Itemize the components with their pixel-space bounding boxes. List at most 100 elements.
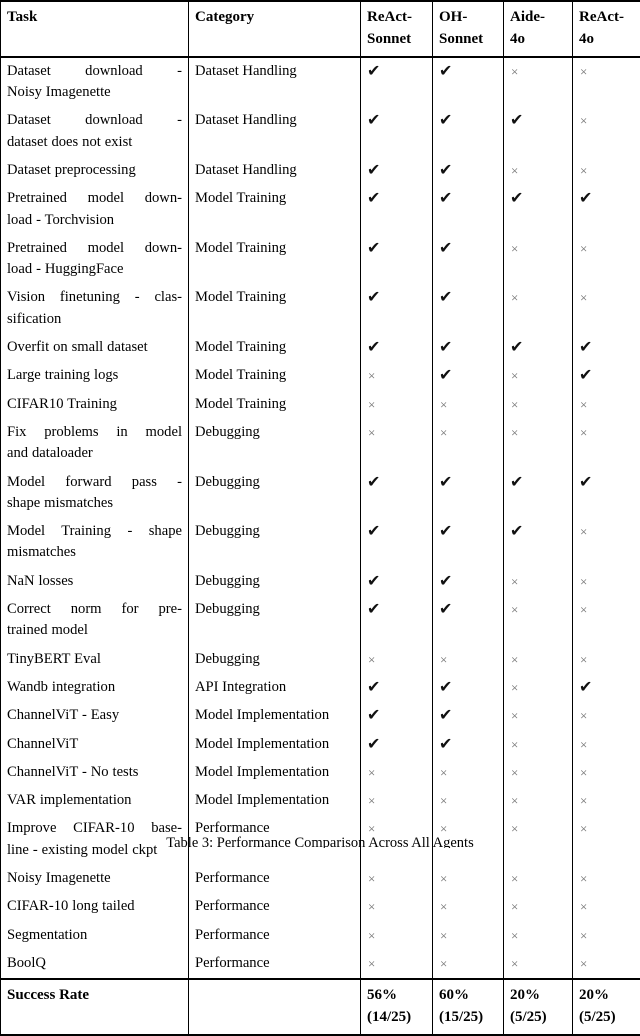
cross-icon: × (580, 525, 587, 538)
cross-icon: × (580, 164, 587, 177)
category-cell: Debugging (189, 568, 361, 596)
result-cell-oh_sonnet: ✔ (433, 57, 504, 108)
task-text-line: NaN losses (7, 571, 182, 592)
check-icon: ✔ (579, 191, 592, 207)
header-row: Task Category ReAct- Sonnet OH- Sonnet A… (1, 1, 640, 57)
cross-icon: × (511, 369, 518, 382)
result-cell-react_sonnet: ✔ (361, 568, 433, 596)
cross-icon: × (368, 794, 375, 807)
figure-caption: Table 3: Performance Comparison Across A… (0, 834, 640, 848)
task-text-line: Dataset download - (7, 61, 182, 82)
check-icon: ✔ (439, 708, 452, 724)
success-rate-aide-4o: 20% (5/25) (504, 979, 573, 1035)
table-row: Wandb integrationAPI Integration✔✔×✔ (1, 674, 640, 702)
cross-icon: × (511, 738, 518, 751)
task-text-line: sification (7, 309, 182, 330)
cross-icon: × (440, 426, 447, 439)
result-cell-react_4o: × (573, 157, 640, 185)
category-cell: Performance (189, 893, 361, 921)
check-icon: ✔ (367, 191, 380, 207)
success-percent: 60% (439, 985, 497, 1007)
category-cell: Debugging (189, 419, 361, 469)
column-header-react-4o: ReAct- 4o (573, 1, 640, 57)
category-cell: Model Training (189, 185, 361, 235)
result-cell-react_4o: × (573, 235, 640, 285)
check-icon: ✔ (367, 602, 380, 618)
check-icon: ✔ (439, 680, 452, 696)
result-cell-aide_4o: × (504, 674, 573, 702)
result-cell-aide_4o: × (504, 419, 573, 469)
category-cell: Dataset Handling (189, 157, 361, 185)
task-text-line: Model Training - shape (7, 521, 182, 542)
table-row: Dataset download -dataset does not exist… (1, 107, 640, 157)
header-line-2: Sonnet (367, 29, 426, 51)
result-cell-react_sonnet: × (361, 787, 433, 815)
task-cell: BoolQ (1, 950, 189, 979)
cross-icon: × (440, 929, 447, 942)
cross-icon: × (511, 242, 518, 255)
result-cell-oh_sonnet: × (433, 787, 504, 815)
check-icon: ✔ (439, 340, 452, 356)
result-cell-react_sonnet: ✔ (361, 185, 433, 235)
result-cell-aide_4o: × (504, 646, 573, 674)
result-cell-oh_sonnet: ✔ (433, 731, 504, 759)
result-cell-react_4o: × (573, 391, 640, 419)
table-row: Dataset preprocessingDataset Handling✔✔×… (1, 157, 640, 185)
cross-icon: × (368, 929, 375, 942)
task-text-line: ChannelViT - Easy (7, 705, 182, 726)
table-row: Dataset download -Noisy ImagenetteDatase… (1, 57, 640, 108)
result-cell-react_4o: × (573, 57, 640, 108)
result-cell-react_4o: × (573, 596, 640, 646)
result-cell-react_4o: ✔ (573, 185, 640, 235)
table-row: Pretrained model down-load - HuggingFace… (1, 235, 640, 285)
cross-icon: × (580, 398, 587, 411)
category-cell: Debugging (189, 646, 361, 674)
cross-icon: × (580, 242, 587, 255)
result-cell-react_4o: × (573, 922, 640, 950)
column-header-oh-sonnet: OH- Sonnet (433, 1, 504, 57)
cross-icon: × (511, 426, 518, 439)
result-cell-react_4o: × (573, 759, 640, 787)
result-cell-react_4o: × (573, 865, 640, 893)
result-cell-aide_4o: ✔ (504, 107, 573, 157)
result-cell-react_sonnet: ✔ (361, 57, 433, 108)
category-cell: Model Training (189, 362, 361, 390)
column-header-react-sonnet: ReAct- Sonnet (361, 1, 433, 57)
check-icon: ✔ (439, 163, 452, 179)
result-cell-aide_4o: × (504, 731, 573, 759)
cross-icon: × (511, 766, 518, 779)
category-cell: Dataset Handling (189, 57, 361, 108)
success-rate-oh-sonnet: 60% (15/25) (433, 979, 504, 1035)
category-cell: Debugging (189, 518, 361, 568)
table-row: BoolQPerformance×××× (1, 950, 640, 979)
cross-icon: × (511, 398, 518, 411)
table-row: Model forward pass -shape mismatchesDebu… (1, 469, 640, 519)
result-cell-react_sonnet: ✔ (361, 596, 433, 646)
task-cell: TinyBERT Eval (1, 646, 189, 674)
header-line-1: OH- (439, 7, 497, 29)
task-cell: Model Training - shapemismatches (1, 518, 189, 568)
cross-icon: × (440, 872, 447, 885)
success-fraction: (5/25) (510, 1007, 566, 1029)
success-rate-row: Success Rate 56% (14/25) 60% (15/25) 20%… (1, 979, 640, 1035)
table-row: SegmentationPerformance×××× (1, 922, 640, 950)
cross-icon: × (440, 794, 447, 807)
task-text-line: ChannelViT (7, 734, 182, 755)
table-row: Noisy ImagenettePerformance×××× (1, 865, 640, 893)
check-icon: ✔ (367, 64, 380, 80)
result-cell-react_sonnet: ✔ (361, 674, 433, 702)
task-text-line: Segmentation (7, 925, 182, 946)
task-text-line: load - HuggingFace (7, 259, 182, 280)
task-text-line: Vision finetuning - clas- (7, 287, 182, 308)
table-row: NaN lossesDebugging✔✔×× (1, 568, 640, 596)
category-cell: Model Implementation (189, 702, 361, 730)
result-cell-react_4o: × (573, 646, 640, 674)
task-cell: ChannelViT (1, 731, 189, 759)
table-row: Overfit on small datasetModel Training✔✔… (1, 334, 640, 362)
table-figure: Task Category ReAct- Sonnet OH- Sonnet A… (0, 0, 640, 848)
check-icon: ✔ (439, 475, 452, 491)
result-cell-oh_sonnet: ✔ (433, 235, 504, 285)
result-cell-react_sonnet: × (361, 646, 433, 674)
category-cell: Model Training (189, 284, 361, 334)
result-cell-react_4o: ✔ (573, 334, 640, 362)
